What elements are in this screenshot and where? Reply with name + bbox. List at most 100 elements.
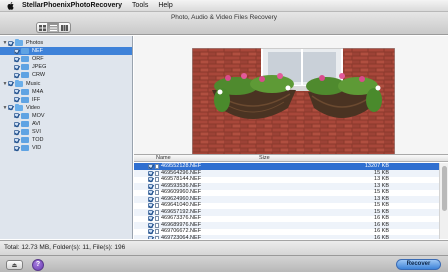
checkbox[interactable] <box>14 137 19 143</box>
folder-icon <box>21 145 29 152</box>
checkbox[interactable] <box>14 72 19 78</box>
menu-tools[interactable]: Tools <box>132 2 148 9</box>
menu-help[interactable]: Help <box>158 2 172 9</box>
file-list-scrollbar[interactable] <box>439 163 448 239</box>
tree-item-crw[interactable]: CRW <box>0 71 132 79</box>
apple-menu-icon[interactable] <box>6 1 14 10</box>
file-checkbox[interactable] <box>148 203 153 208</box>
tree-item-jpeg[interactable]: JPEG <box>0 63 132 71</box>
checkbox[interactable] <box>14 145 19 151</box>
tree-item-orf[interactable]: ORF <box>0 55 132 63</box>
checkbox[interactable] <box>14 121 19 127</box>
checkbox[interactable] <box>14 113 19 119</box>
file-checkbox[interactable] <box>148 183 153 189</box>
checkbox[interactable] <box>8 81 13 86</box>
checkbox[interactable] <box>8 105 13 111</box>
tree-item-label: AVI <box>32 121 41 127</box>
folder-icon <box>21 72 29 79</box>
tree-item-vid[interactable]: VID <box>0 144 132 152</box>
window-titlebar: Photo, Audio & Video Files Recovery <box>0 12 448 35</box>
tree-item-label: Music <box>26 80 41 87</box>
checkbox[interactable] <box>14 97 19 103</box>
file-checkbox[interactable] <box>148 216 153 221</box>
file-name: 469723064.NEF <box>161 234 202 240</box>
file-checkbox[interactable] <box>148 209 153 215</box>
scroll-thumb[interactable] <box>442 166 447 211</box>
eject-button[interactable]: ⏏ <box>6 260 23 270</box>
file-icon <box>155 190 159 195</box>
file-row[interactable]: 469723064.NEF 16 KB <box>134 234 439 240</box>
file-checkbox[interactable] <box>148 190 153 195</box>
tree-item-svi[interactable]: SVI <box>0 128 132 136</box>
grid-icon <box>38 24 46 31</box>
folder-icon <box>21 137 29 144</box>
checkbox[interactable] <box>14 48 19 54</box>
tree-item-label: M4A <box>32 88 44 95</box>
file-icon <box>155 196 159 202</box>
folder-icon <box>21 48 29 55</box>
file-size: 16 KB <box>374 234 389 240</box>
file-icon <box>155 203 159 208</box>
tree-item-label: NEF <box>32 48 43 55</box>
folder-icon <box>15 79 23 87</box>
file-icon <box>155 216 159 221</box>
file-checkbox[interactable] <box>148 229 153 234</box>
menu-app-name[interactable]: StellarPhoenixPhotoRecovery <box>22 2 122 9</box>
tree-item-iff[interactable]: IFF <box>0 96 132 104</box>
menu-bar: StellarPhoenixPhotoRecovery Tools Help <box>0 0 448 12</box>
file-checkbox[interactable] <box>148 177 153 182</box>
file-icon <box>155 209 159 215</box>
tree-item-label: CRW <box>32 72 46 79</box>
icon-view-button[interactable] <box>37 23 48 32</box>
checkbox[interactable] <box>8 40 13 46</box>
checkbox[interactable] <box>14 64 19 70</box>
tree-item-nef[interactable]: NEF <box>0 47 132 56</box>
view-mode-control <box>36 22 71 33</box>
folder-icon <box>21 96 29 103</box>
column-name-header[interactable]: Name <box>156 155 171 162</box>
folder-icon <box>21 129 29 136</box>
checkbox[interactable] <box>14 89 19 95</box>
checkbox[interactable] <box>14 129 19 135</box>
file-icon <box>155 222 159 228</box>
tree-item-label: JPEG <box>32 64 47 71</box>
file-icon <box>155 183 159 189</box>
tree-item-mov[interactable]: MOV <box>0 112 132 120</box>
eject-icon: ⏏ <box>11 262 18 269</box>
file-icon <box>155 235 159 239</box>
file-checkbox[interactable] <box>148 164 153 169</box>
list-view-button[interactable] <box>48 23 59 32</box>
bottom-toolbar: ⏏ ? Recover <box>0 255 448 272</box>
columns-icon <box>61 24 68 31</box>
status-bar: Total: 12.73 MB, Folder(s): 11, File(s):… <box>0 240 448 255</box>
tree-item-music[interactable]: ▼ Music <box>0 79 132 88</box>
file-icon <box>155 164 159 169</box>
file-checkbox[interactable] <box>148 235 153 239</box>
checkbox[interactable] <box>14 56 19 62</box>
tree-item-label: VID <box>32 145 42 152</box>
folder-icon <box>21 56 29 63</box>
file-checkbox[interactable] <box>148 170 153 176</box>
help-button[interactable]: ? <box>32 259 44 271</box>
file-list: Name Size 469552128.NEF 13207 KB 469564296… <box>134 154 448 239</box>
tree-item-tod[interactable]: TOD <box>0 136 132 144</box>
folder-icon <box>21 64 29 71</box>
tree-item-label: IFF <box>32 96 41 103</box>
tree-item-avi[interactable]: AVI <box>0 120 132 128</box>
file-type-tree: ▼ Photos NEF ORF JPEG CRW ▼ Music M4A IFF ▼ Video MO… <box>0 36 133 239</box>
file-checkbox[interactable] <box>148 196 153 202</box>
tree-item-label: Photos <box>26 40 44 46</box>
tree-item-video[interactable]: ▼ Video <box>0 103 132 112</box>
column-size-header[interactable]: Size <box>259 155 270 162</box>
folder-icon <box>21 112 29 119</box>
preview-pane <box>134 36 448 204</box>
tree-item-label: SVI <box>32 129 41 136</box>
tree-item-m4a[interactable]: M4A <box>0 88 132 96</box>
folder-icon <box>21 121 29 127</box>
file-checkbox[interactable] <box>148 222 153 228</box>
tree-item-photos[interactable]: ▼ Photos <box>0 39 132 47</box>
tree-item-label: ORF <box>32 56 44 63</box>
recover-button[interactable]: Recover <box>396 259 441 270</box>
tree-item-label: MOV <box>32 112 45 119</box>
column-view-button[interactable] <box>59 23 70 32</box>
